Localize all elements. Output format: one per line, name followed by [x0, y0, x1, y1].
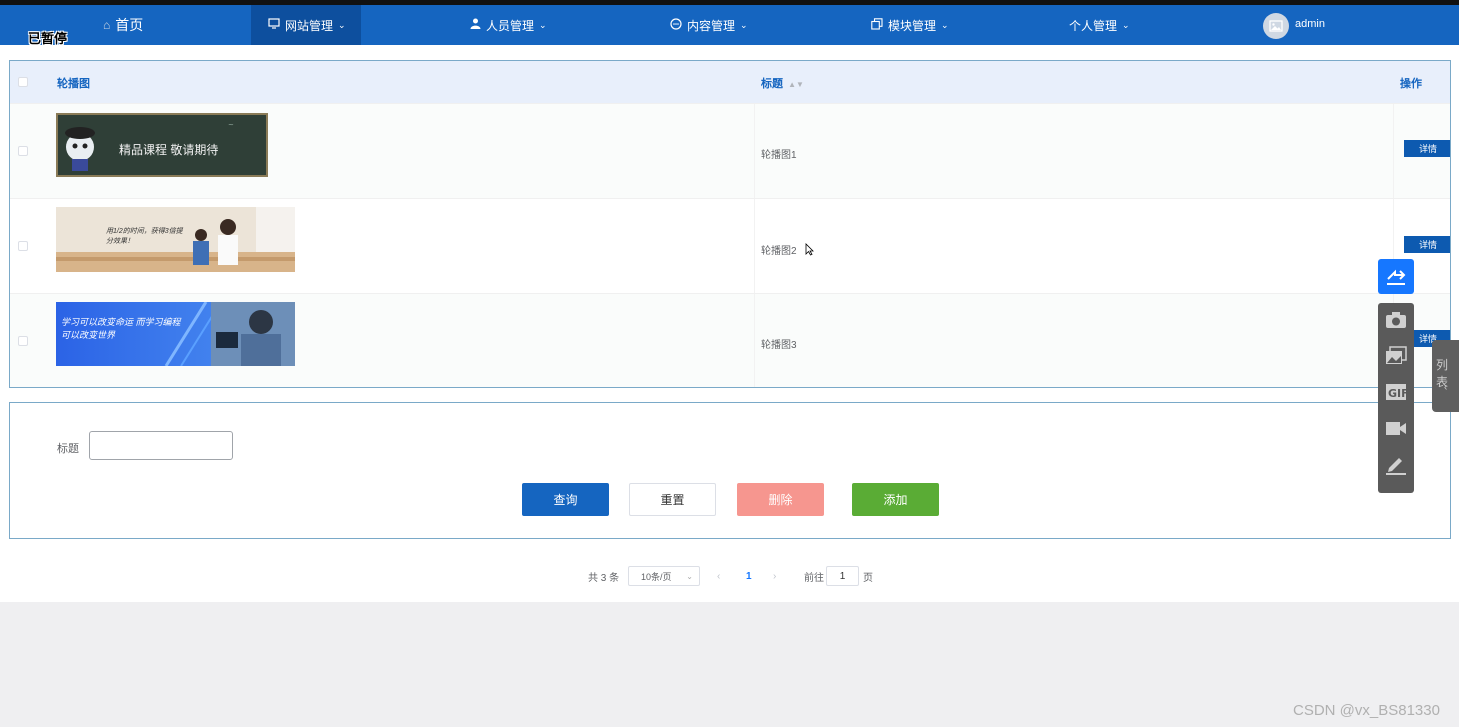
banner-image: 用1/2的时间，获得3倍提分效果！	[56, 207, 295, 272]
nav-content-label: 内容管理	[687, 18, 736, 33]
banner-text: 精品课程 敬请期待	[119, 143, 219, 157]
nav-personal-label: 个人管理	[1069, 18, 1118, 33]
table-header: 轮播图 标题 ▲▼ 操作	[10, 61, 1450, 103]
detail-button[interactable]: 详情	[1404, 140, 1450, 157]
row-checkbox[interactable]	[18, 336, 28, 346]
query-button[interactable]: 查询	[522, 483, 609, 516]
banner-image: 学习可以改变命运 而学习编程可以改变世界	[56, 302, 295, 366]
page-size-select[interactable]: 10条/页 ⌄	[628, 566, 700, 586]
prev-page-icon[interactable]: ‹	[717, 566, 720, 586]
add-button[interactable]: 添加	[852, 483, 939, 516]
goto-page-input[interactable]: 1	[826, 566, 859, 586]
chat-icon	[670, 17, 682, 33]
nav-module-label: 模块管理	[888, 18, 937, 33]
side-tab-label: 列表	[1436, 358, 1449, 389]
banner-text: 学习可以改变命运 而学习编程可以改变世界	[61, 317, 181, 340]
share-icon	[1387, 269, 1406, 285]
nav-site-label: 网站管理	[285, 18, 334, 33]
camera-icon[interactable]	[1385, 309, 1407, 331]
capture-toolbar: GIF	[1378, 303, 1414, 493]
current-page[interactable]: 1	[746, 566, 752, 586]
mouse-cursor-icon	[805, 243, 814, 259]
svg-text:~: ~	[228, 121, 234, 129]
column-divider	[754, 104, 755, 198]
table-row: 学习可以改变命运 而学习编程可以改变世界 轮播图3 详情	[10, 293, 1450, 387]
chevron-left-icon: ‹	[1444, 382, 1448, 393]
detail-button[interactable]: 详情	[1404, 236, 1450, 253]
delete-button[interactable]: 删除	[737, 483, 824, 516]
nav-module-management[interactable]: 模块管理 ⌄	[871, 5, 949, 45]
gallery-icon[interactable]	[1385, 345, 1407, 367]
user-icon	[470, 18, 481, 32]
header-banner: 轮播图	[57, 78, 90, 90]
gif-icon[interactable]: GIF	[1385, 381, 1407, 403]
table-row: 用1/2的时间，获得3倍提分效果！ 轮播图2 详情	[10, 198, 1450, 293]
header-title[interactable]: 标题 ▲▼	[761, 75, 804, 91]
chevron-down-icon: ⌄	[539, 19, 547, 30]
avatar[interactable]	[1263, 13, 1289, 39]
username[interactable]: admin	[1295, 18, 1325, 30]
nav-home[interactable]: ⌂ 首页	[103, 5, 143, 45]
pen-icon[interactable]	[1385, 454, 1407, 476]
header-title-label: 标题	[761, 78, 783, 90]
svg-text:GIF: GIF	[1388, 387, 1407, 400]
nav-people-management[interactable]: 人员管理 ⌄	[470, 5, 547, 45]
column-divider	[754, 294, 755, 387]
chevron-down-icon: ⌄	[686, 571, 693, 581]
row-title: 轮播图2	[761, 246, 797, 257]
row-checkbox[interactable]	[18, 241, 28, 251]
chevron-down-icon: ⌄	[1122, 19, 1130, 30]
banner-text: 用1/2的时间，获得3倍提分效果！	[106, 228, 183, 245]
title-field-label: 标题	[57, 443, 79, 455]
chevron-down-icon: ⌄	[740, 19, 748, 30]
nav-content-management[interactable]: 内容管理 ⌄	[670, 5, 748, 45]
top-navbar: ⌂ 首页 网站管理 ⌄ 人员管理 ⌄ 内容管理 ⌄ 模块管理 ⌄ 个人管理 ⌄ …	[0, 5, 1459, 45]
side-list-tab[interactable]: 列表 ‹	[1432, 340, 1459, 412]
nav-site-management[interactable]: 网站管理 ⌄	[251, 5, 361, 45]
image-placeholder-icon	[1269, 20, 1283, 32]
nav-people-label: 人员管理	[486, 18, 535, 33]
home-icon: ⌂	[103, 18, 111, 32]
goto-label: 前往	[804, 572, 824, 584]
column-divider	[754, 199, 755, 293]
monitor-icon	[268, 18, 280, 32]
share-button[interactable]	[1378, 259, 1414, 294]
pager-total: 共 3 条	[588, 572, 620, 584]
banner-image: ~ 精品课程 敬请期待	[56, 113, 268, 177]
table-row: ~ 精品课程 敬请期待 轮播图1 详情	[10, 103, 1450, 198]
chevron-down-icon: ⌄	[338, 19, 346, 30]
row-title: 轮播图3	[761, 340, 797, 351]
column-divider	[1393, 104, 1394, 198]
select-all-checkbox[interactable]	[18, 77, 28, 87]
page-size-value: 10条/页	[641, 571, 672, 582]
nav-home-label: 首页	[115, 17, 144, 33]
watermark: CSDN @vx_BS81330	[1293, 702, 1440, 719]
title-search-input[interactable]	[89, 431, 233, 460]
nav-personal-management[interactable]: 个人管理 ⌄	[1069, 5, 1130, 45]
sort-icon[interactable]: ▲▼	[788, 80, 804, 89]
row-title: 轮播图1	[761, 150, 797, 161]
header-action: 操作	[1400, 78, 1422, 90]
copy-icon	[871, 17, 883, 33]
video-icon[interactable]	[1385, 417, 1407, 439]
banner-table: 轮播图 标题 ▲▼ 操作 ~ 精品课程 敬请期待 轮播图1 详情 用1/2的时间…	[9, 60, 1451, 388]
row-checkbox[interactable]	[18, 146, 28, 156]
reset-button[interactable]: 重置	[629, 483, 716, 516]
chevron-down-icon: ⌄	[941, 19, 949, 30]
page-suffix: 页	[863, 572, 873, 584]
search-panel: 标题 查询 重置 删除 添加	[9, 402, 1451, 539]
next-page-icon[interactable]: ›	[773, 566, 776, 586]
